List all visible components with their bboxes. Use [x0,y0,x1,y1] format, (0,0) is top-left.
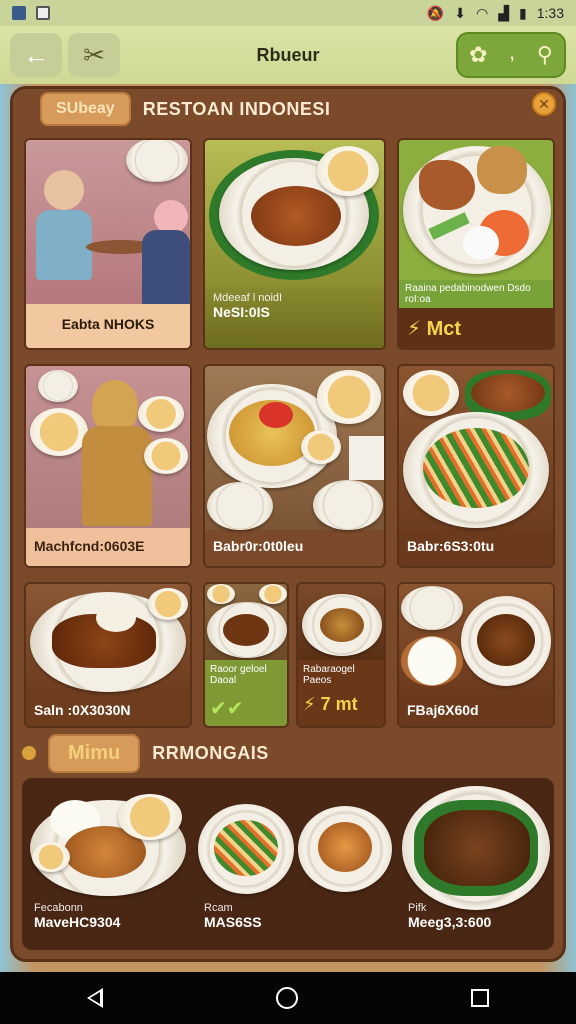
menu-card-1[interactable]: Eabta NHOKS [24,138,192,350]
card-caption: 7 mt [320,694,358,714]
dish-illustration [399,140,553,280]
card-caption-block: Pifk Meeg3,3:600 [400,896,552,946]
lightning-icon: ⚡ [303,694,316,714]
dish-illustration [205,140,384,290]
card-caption-block: Rabaraogel Paeos ⚡ 7 mt [298,660,384,726]
utensils-icon: ✂ [83,39,105,70]
card-caption: Meeg3,3:600 [408,914,492,930]
card-caption: Eabta NHOKS [26,304,190,348]
settings-icon[interactable]: ✿ [469,42,487,68]
card-caption: NeSI:0IS [213,304,270,320]
card-caption: Babr0r:0t0leu [213,538,304,554]
card-caption: Mct [426,318,462,340]
app-bar: ← ✂ Rbueur ✿ , ⚲ [0,26,576,84]
back-arrow-icon: ← [23,39,49,70]
card-caption-block: ⚡ Mct [399,310,553,348]
card-subtitle: Fecabonn [34,902,83,914]
diner-illustration [26,366,190,530]
card-subtitle: Rabaraogel Paeos [303,664,355,686]
wifi-icon: ◠ [476,4,489,21]
card-caption-block: Raoor geloel Daoal ✔✔ [205,660,287,726]
menu-card-4[interactable]: Machfcnd:0603E [24,364,192,568]
card-caption-block: Mdeeaf l noidI NeSI:0IS [205,286,384,348]
action-button-group[interactable]: ✿ , ⚲ [456,32,566,78]
check-icon: ✔✔ [210,698,244,720]
menu-card-9[interactable]: Rabaraogel Paeos ⚡ 7 mt [296,582,386,728]
search-icon[interactable]: ⚲ [537,42,553,68]
card-subtitle: Rcam [204,902,233,914]
document-icon [36,6,50,20]
section-title: RESTOAN INDONESI [142,98,331,119]
card-subtitle: Raoor geloel Daoal [210,664,267,686]
tools-button[interactable]: ✂ [68,33,120,77]
featured-card-3[interactable]: Pifk Meeg3,3:600 [400,786,552,946]
card-caption: MaveHC9304 [34,914,121,930]
card-caption: Babr:6S3:0tu [407,538,495,554]
download-icon: ⬇ [454,4,467,21]
app-title: Rbueur [256,44,320,65]
section-header-2: Mimu RRMONGAIS [22,733,542,773]
signal-icon: ▟ [498,4,510,21]
dish-illustration [26,584,190,694]
close-badge-icon[interactable]: ✕ [532,92,556,116]
price-tag: ⚡ 7 mt [303,694,379,715]
menu-card-7[interactable]: Saln :0X3030N [24,582,192,728]
nav-back-icon[interactable] [86,988,103,1008]
menu-card-2[interactable]: Mdeeaf l noidI NeSI:0IS [203,138,386,350]
section-header: SUbeay RESTOAN INDONESI [40,92,560,126]
section-title: RRMONGAIS [152,742,269,763]
menu-card-8[interactable]: Raoor geloel Daoal ✔✔ [203,582,289,728]
card-caption-block: Fecabonn MaveHC9304 [26,896,192,946]
section-pill[interactable]: Mimu [48,733,141,773]
mute-icon: 🔕 [426,4,445,21]
card-caption: Saln :0X3030N [34,702,131,718]
card-caption-block: Rcam MAS6SS [196,896,396,946]
section-pill[interactable]: SUbeay [40,92,131,126]
dish-illustration [205,366,384,530]
card-subtitle: Pifk [408,902,427,914]
menu-card-10[interactable]: FBaj6X60d [397,582,555,728]
card-caption: MAS6SS [204,914,262,930]
card-subtitle: Raaina pedabinodwen Dsdo roI:oa [399,280,553,308]
card-caption: Machfcnd:0603E [26,528,190,566]
clock: 1:33 [536,5,564,21]
lightning-icon: ⚡ [407,318,422,340]
menu-card-6[interactable]: Babr:6S3:0tu [397,364,555,568]
back-button[interactable]: ← [10,33,62,77]
notification-app-icon [12,6,26,20]
featured-card-1[interactable]: Fecabonn MaveHC9304 [26,786,192,946]
diner-illustration [26,140,190,310]
featured-card-2[interactable]: Rcam MAS6SS [196,786,396,946]
bullet-icon [22,746,36,760]
system-nav-bar [0,972,576,1024]
menu-card-5[interactable]: Babr0r:0t0leu [203,364,386,568]
nav-recents-icon[interactable] [471,989,490,1007]
card-subtitle: Mdeeaf l noidI [213,292,283,304]
menu-card-3[interactable]: Raaina pedabinodwen Dsdo roI:oa ⚡ Mct [397,138,555,350]
card-caption: FBaj6X60d [407,702,479,718]
status-bar: 🔕 ⬇ ◠ ▟ ▮ 1:33 [0,0,576,26]
battery-icon: ▮ [519,4,527,21]
dish-illustration [399,584,553,694]
dish-illustration [298,584,384,660]
dish-illustration [205,584,287,660]
nav-home-icon[interactable] [275,987,298,1009]
dish-illustration [399,366,553,530]
